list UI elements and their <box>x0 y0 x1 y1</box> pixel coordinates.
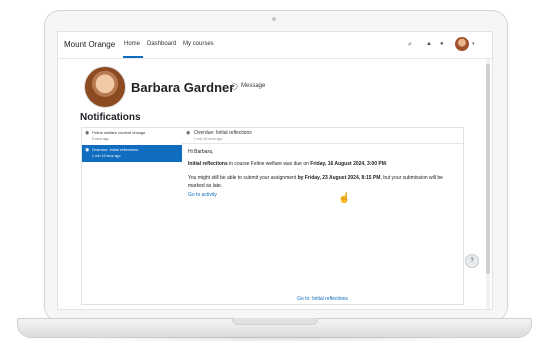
notification-time: 1 min 15 secs ago <box>92 154 121 158</box>
message-button[interactable]: Message <box>241 83 265 89</box>
bell-icon: ◉ <box>186 130 191 136</box>
laptop-notch <box>232 318 318 325</box>
nav-my-courses[interactable]: My courses <box>183 41 214 47</box>
go-to-activity-link[interactable]: Go to activity <box>188 192 217 198</box>
detail-due-line: Initial reflections in course Feline wel… <box>188 160 458 168</box>
help-button[interactable]: ? <box>465 254 479 268</box>
search-icon[interactable]: ⌕ <box>408 40 412 49</box>
hand-cursor-icon: ☝ <box>338 193 351 204</box>
nav-home[interactable]: Home <box>124 41 140 47</box>
nav-dashboard[interactable]: Dashboard <box>147 41 176 47</box>
bell-icon: ◉ <box>85 130 90 136</box>
active-tab-indicator <box>123 56 143 58</box>
avatar[interactable] <box>455 37 469 51</box>
detail-time: 1 min 15 secs ago <box>194 137 223 141</box>
notification-title: Overdue: Initial reflections <box>92 147 139 152</box>
due-date: Friday, 16 August 2024, 3:00 PM <box>310 161 386 167</box>
cutoff-date: by Friday, 23 August 2024, 8:15 PM <box>297 175 381 181</box>
navbar: Mount Orange Home Dashboard My courses ⌕… <box>58 32 492 59</box>
go-to-initial-reflections-link[interactable]: Go to: Initial reflections <box>182 296 463 302</box>
notification-time: 5 secs ago <box>92 137 109 141</box>
laptop-shadow <box>60 336 490 342</box>
notification-title: Feline welfare content change <box>92 130 146 135</box>
site-brand[interactable]: Mount Orange <box>64 40 115 49</box>
detail-text: . <box>385 161 388 167</box>
notification-detail: ◉ Overdue: Initial reflections 1 min 15 … <box>182 127 464 305</box>
detail-late-line: You might still be able to submit your a… <box>188 174 460 190</box>
notification-list: ◉ Feline welfare content change 5 secs a… <box>81 127 184 305</box>
list-item[interactable]: ◉ Feline welfare content change 5 secs a… <box>82 128 183 145</box>
page-title: Notifications <box>80 112 141 123</box>
chat-icon[interactable]: ● <box>440 40 444 49</box>
profile-avatar <box>84 66 126 108</box>
chevron-down-icon[interactable]: ▾ <box>472 41 475 47</box>
bell-icon: ◉ <box>85 147 90 153</box>
list-item[interactable]: ◉ Overdue: Initial reflections 1 min 15 … <box>82 145 183 162</box>
scrollbar-thumb[interactable] <box>486 64 490 274</box>
camera-icon <box>272 17 276 21</box>
divider <box>182 143 463 144</box>
detail-text: You might still be able to submit your a… <box>188 175 298 181</box>
detail-title: Overdue: Initial reflections <box>194 130 252 136</box>
bell-icon[interactable]: ▲ <box>426 40 432 49</box>
profile-name[interactable]: Barbara Gardner <box>131 80 234 95</box>
screen: Mount Orange Home Dashboard My courses ⌕… <box>57 31 493 310</box>
detail-text: in course Feline welfare was due on <box>227 161 311 167</box>
message-icon[interactable]: ◯ <box>231 83 238 90</box>
detail-greeting: Hi Barbara, <box>188 149 214 155</box>
activity-name: Initial reflections <box>188 161 228 167</box>
